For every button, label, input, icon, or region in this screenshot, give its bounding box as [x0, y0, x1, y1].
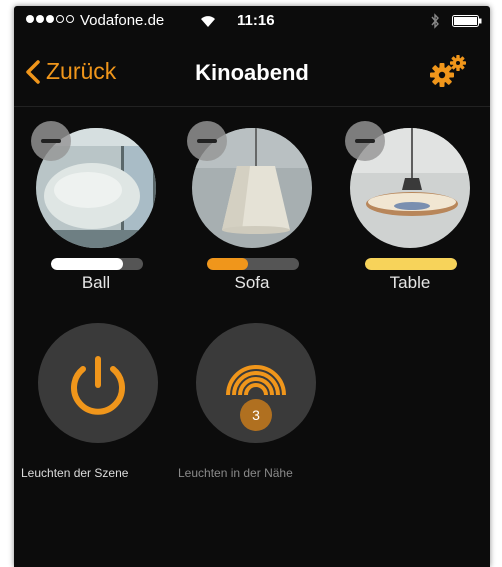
lamp-label: Sofa	[234, 273, 270, 292]
status-time: 11:16	[237, 12, 275, 29]
signal-dot	[56, 15, 64, 23]
remove-lamp-button[interactable]	[31, 121, 71, 161]
gears-icon[interactable]	[428, 53, 468, 89]
brightness-bar	[51, 258, 143, 270]
scene-lights-label: Leuchten der Szene	[21, 466, 129, 480]
nearby-lights-button[interactable]: 3	[196, 323, 316, 443]
lamp-tile-ball[interactable]: Ball	[31, 121, 161, 301]
remove-lamp-button[interactable]	[345, 121, 385, 161]
brightness-fill	[51, 258, 123, 270]
carrier-name: Vodafone.de	[80, 12, 165, 29]
signal-dot	[36, 15, 44, 23]
lamp-label: Ball	[81, 273, 111, 292]
power-icon	[71, 356, 125, 415]
brightness-bar	[207, 258, 299, 270]
nearby-count-badge: 3	[240, 399, 272, 431]
signal-dot	[66, 15, 74, 23]
battery-icon	[452, 15, 482, 27]
brightness-fill	[365, 258, 457, 270]
wifi-icon	[201, 16, 215, 27]
lamp-tile-table[interactable]: Table	[345, 121, 475, 301]
signal-dot	[46, 15, 54, 23]
brightness-fill	[207, 258, 249, 270]
page-title: Kinoabend	[195, 60, 309, 85]
phone-screen: Vodafone.de 11:16 Zurück Kinoabend Ball …	[14, 6, 490, 567]
scene-power-button[interactable]	[38, 323, 158, 443]
nav-bar: Zurück Kinoabend	[14, 36, 490, 107]
remove-lamp-button[interactable]	[187, 121, 227, 161]
lamp-tile-sofa[interactable]: Sofa	[187, 121, 317, 301]
lamp-label: Table	[389, 273, 431, 292]
signal-strength-indicator	[26, 15, 74, 23]
signal-dot	[26, 15, 34, 23]
status-bar: Vodafone.de 11:16	[14, 6, 490, 36]
brightness-bar	[365, 258, 457, 270]
bluetooth-icon	[431, 13, 439, 29]
nearby-lights-label: Leuchten in der Nähe	[178, 466, 293, 480]
